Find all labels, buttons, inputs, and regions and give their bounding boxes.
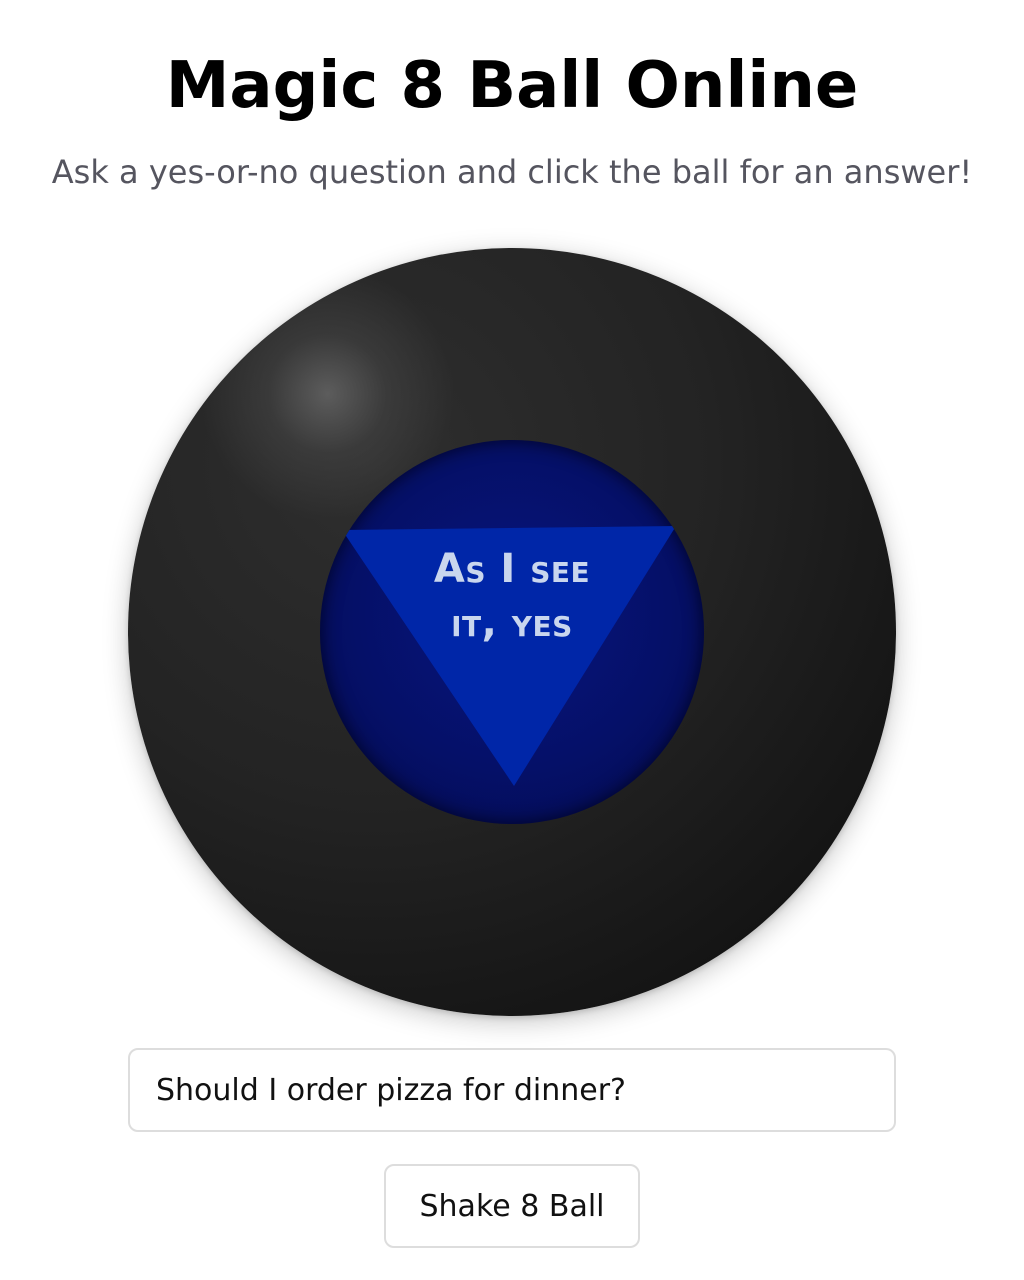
magic-8-ball[interactable]: As I see it, yes	[128, 248, 896, 1016]
answer-line-2: it, yes	[451, 600, 573, 646]
page-subtitle: Ask a yes-or-no question and click the b…	[51, 153, 973, 191]
answer-line-1: As I see	[433, 546, 591, 592]
page-title: Magic 8 Ball Online	[165, 49, 859, 123]
answer-window: As I see it, yes	[320, 440, 704, 824]
shake-button[interactable]: Shake 8 Ball	[384, 1164, 640, 1248]
question-input[interactable]	[128, 1048, 896, 1132]
answer-text: As I see it, yes	[412, 542, 612, 650]
